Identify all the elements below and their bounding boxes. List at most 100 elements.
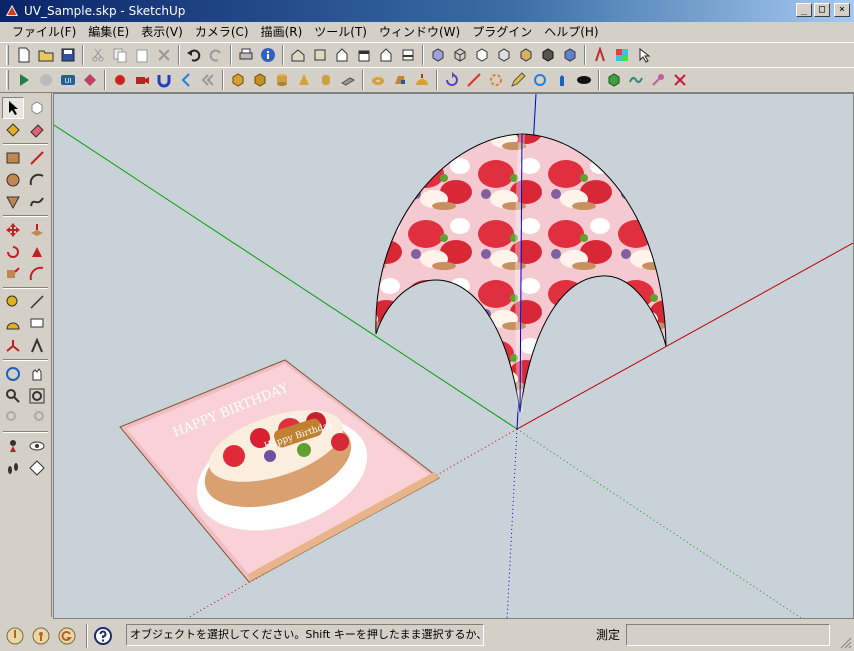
undo-step-icon[interactable] <box>35 69 57 91</box>
measurements-input[interactable] <box>626 624 830 646</box>
move-tool-icon[interactable] <box>2 219 24 241</box>
axes-tool-icon[interactable] <box>2 335 24 357</box>
sketchup-app-icon[interactable] <box>4 3 20 19</box>
camera-icon[interactable] <box>131 69 153 91</box>
cone-icon[interactable] <box>293 69 315 91</box>
offset-tool-icon[interactable] <box>26 263 48 285</box>
hidden-line-icon[interactable] <box>471 44 493 66</box>
rewind-icon[interactable] <box>197 69 219 91</box>
ellipse-icon[interactable] <box>573 69 595 91</box>
menu-edit[interactable]: 編集(E) <box>82 23 135 41</box>
menu-view[interactable]: 表示(V) <box>135 23 189 41</box>
resize-grip-icon[interactable] <box>840 637 852 649</box>
cross-icon[interactable] <box>669 69 691 91</box>
minimize-button[interactable]: _ <box>796 3 812 17</box>
help-icon[interactable] <box>92 625 114 647</box>
dome-icon[interactable] <box>411 69 433 91</box>
maximize-button[interactable]: □ <box>814 3 830 17</box>
front-view-icon[interactable] <box>331 44 353 66</box>
tube-icon[interactable] <box>315 69 337 91</box>
circle-tool-icon[interactable] <box>2 169 24 191</box>
google-signin-icon[interactable] <box>56 625 78 647</box>
pin-icon[interactable] <box>647 69 669 91</box>
line-red-icon[interactable] <box>463 69 485 91</box>
close-button[interactable]: × <box>834 3 850 17</box>
plugin-gem-icon[interactable] <box>79 69 101 91</box>
left-view-icon[interactable] <box>397 44 419 66</box>
monochrome-icon[interactable] <box>537 44 559 66</box>
shape-a-icon[interactable] <box>389 69 411 91</box>
dimension-tool-icon[interactable] <box>26 291 48 313</box>
pan-tool-icon[interactable] <box>26 363 48 385</box>
tape-measure-tool-icon[interactable] <box>2 291 24 313</box>
cylinder-icon[interactable] <box>271 69 293 91</box>
shaded-texture-icon[interactable] <box>515 44 537 66</box>
model-scene[interactable]: Happy Birthday HAPPY BIRTHDAY <box>54 94 854 619</box>
pointer-select-icon[interactable] <box>633 44 655 66</box>
birthday-card-texture[interactable]: Happy Birthday HAPPY BIRTHDAY <box>119 359 440 583</box>
protractor-tool-icon[interactable] <box>2 313 24 335</box>
record-icon[interactable] <box>109 69 131 91</box>
toolbar-grip[interactable] <box>6 45 9 65</box>
redo-icon[interactable] <box>205 44 227 66</box>
iso-view-icon[interactable] <box>287 44 309 66</box>
shaded-blue-icon[interactable] <box>559 44 581 66</box>
ui-icon[interactable]: UI <box>57 69 79 91</box>
push-pull-tool-icon[interactable] <box>26 219 48 241</box>
position-camera-icon[interactable] <box>2 435 24 457</box>
select-tool-icon[interactable] <box>2 97 24 119</box>
play-icon[interactable] <box>13 69 35 91</box>
materials-icon[interactable] <box>611 44 633 66</box>
menu-draw[interactable]: 描画(R) <box>255 23 309 41</box>
menu-help[interactable]: ヘルプ(H) <box>538 23 604 41</box>
rotate-tool-icon[interactable] <box>2 241 24 263</box>
top-view-icon[interactable] <box>309 44 331 66</box>
menu-plugins[interactable]: プラグイン <box>466 23 538 41</box>
wireframe-icon[interactable] <box>449 44 471 66</box>
orbit-tool-icon[interactable] <box>2 363 24 385</box>
look-around-icon[interactable] <box>26 435 48 457</box>
toolbar-grip-2[interactable] <box>6 70 9 90</box>
rotate-purple-icon[interactable] <box>441 69 463 91</box>
circle-orange-icon[interactable] <box>485 69 507 91</box>
delete-icon[interactable] <box>153 44 175 66</box>
model-info-icon[interactable] <box>257 44 279 66</box>
scale-tool-icon[interactable] <box>2 263 24 285</box>
hand-icon[interactable] <box>551 69 573 91</box>
3d-text-tool-icon[interactable] <box>26 335 48 357</box>
freehand-tool-icon[interactable] <box>26 191 48 213</box>
cut-icon[interactable] <box>87 44 109 66</box>
plane-icon[interactable] <box>337 69 359 91</box>
new-file-icon[interactable] <box>13 44 35 66</box>
section-plane-icon[interactable] <box>589 44 611 66</box>
text-tool-icon[interactable] <box>26 313 48 335</box>
credits-icon[interactable] <box>30 625 52 647</box>
xray-icon[interactable] <box>427 44 449 66</box>
copy-icon[interactable] <box>109 44 131 66</box>
section-tool-icon[interactable] <box>26 457 48 479</box>
menu-file[interactable]: ファイル(F) <box>6 23 82 41</box>
magnet-icon[interactable] <box>153 69 175 91</box>
3d-viewport[interactable]: Happy Birthday HAPPY BIRTHDAY <box>53 93 854 619</box>
zoom-window-tool-icon[interactable] <box>26 385 48 407</box>
menu-camera[interactable]: カメラ(C) <box>189 23 255 41</box>
next-view-icon[interactable] <box>26 407 48 429</box>
open-file-icon[interactable] <box>35 44 57 66</box>
menu-window[interactable]: ウィンドウ(W) <box>373 23 466 41</box>
first-frame-icon[interactable] <box>175 69 197 91</box>
walk-tool-icon[interactable] <box>2 457 24 479</box>
make-component-icon[interactable] <box>26 97 48 119</box>
pencil-icon[interactable] <box>507 69 529 91</box>
eraser-icon[interactable] <box>26 119 48 141</box>
previous-view-icon[interactable] <box>2 407 24 429</box>
polygon-tool-icon[interactable] <box>2 191 24 213</box>
box-icon[interactable] <box>227 69 249 91</box>
zoom-tool-icon[interactable] <box>2 385 24 407</box>
rectangle-tool-icon[interactable] <box>2 147 24 169</box>
paint-bucket-icon[interactable] <box>2 119 24 141</box>
back-view-icon[interactable] <box>375 44 397 66</box>
shaded-icon[interactable] <box>493 44 515 66</box>
torus-icon[interactable] <box>367 69 389 91</box>
box2-icon[interactable] <box>249 69 271 91</box>
geo-location-icon[interactable] <box>4 625 26 647</box>
